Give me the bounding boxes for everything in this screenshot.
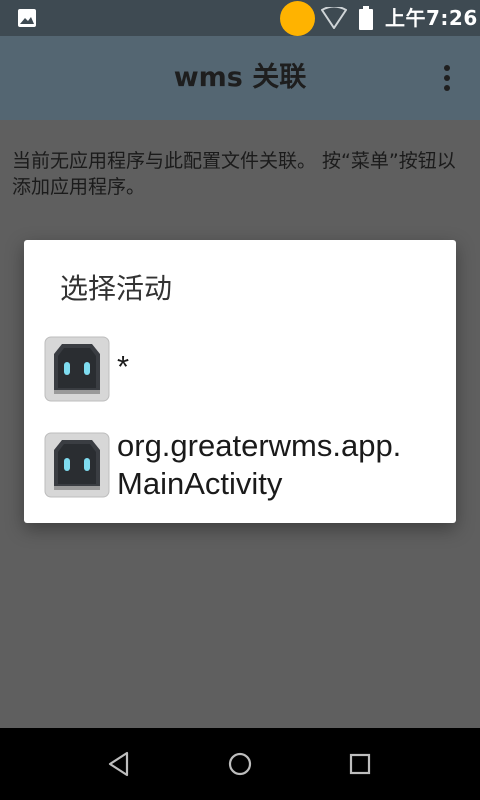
notification-dot xyxy=(280,1,315,36)
activity-label: org.greaterwms.app. MainActivity xyxy=(117,428,402,501)
more-vert-icon[interactable] xyxy=(432,62,462,94)
app-robot-icon xyxy=(44,336,110,402)
recents-icon[interactable] xyxy=(346,750,374,778)
app-robot-icon xyxy=(44,432,110,498)
activity-item[interactable]: org.greaterwms.app. MainActivity xyxy=(44,428,456,508)
dialog-title: 选择活动 xyxy=(60,272,173,305)
back-icon[interactable] xyxy=(105,750,133,778)
empty-message: 当前无应用程序与此配置文件关联。 按“菜单”按钮以添加应用程序。 xyxy=(12,150,456,198)
wifi-icon xyxy=(321,7,347,29)
gallery-icon xyxy=(18,9,36,27)
app-bar: wms 关联 xyxy=(0,36,480,120)
home-icon[interactable] xyxy=(226,750,254,778)
activity-label: * xyxy=(117,349,130,384)
clock: 上午7:26 xyxy=(385,6,478,30)
page-title: wms 关联 xyxy=(173,62,307,93)
status-bar: 上午7:26 xyxy=(0,0,480,36)
activity-item[interactable]: * xyxy=(44,336,456,402)
navigation-bar xyxy=(0,728,480,800)
choose-activity-dialog: 选择活动 * org.greaterwms.app. MainActivity xyxy=(24,240,456,523)
battery-icon xyxy=(359,6,373,30)
